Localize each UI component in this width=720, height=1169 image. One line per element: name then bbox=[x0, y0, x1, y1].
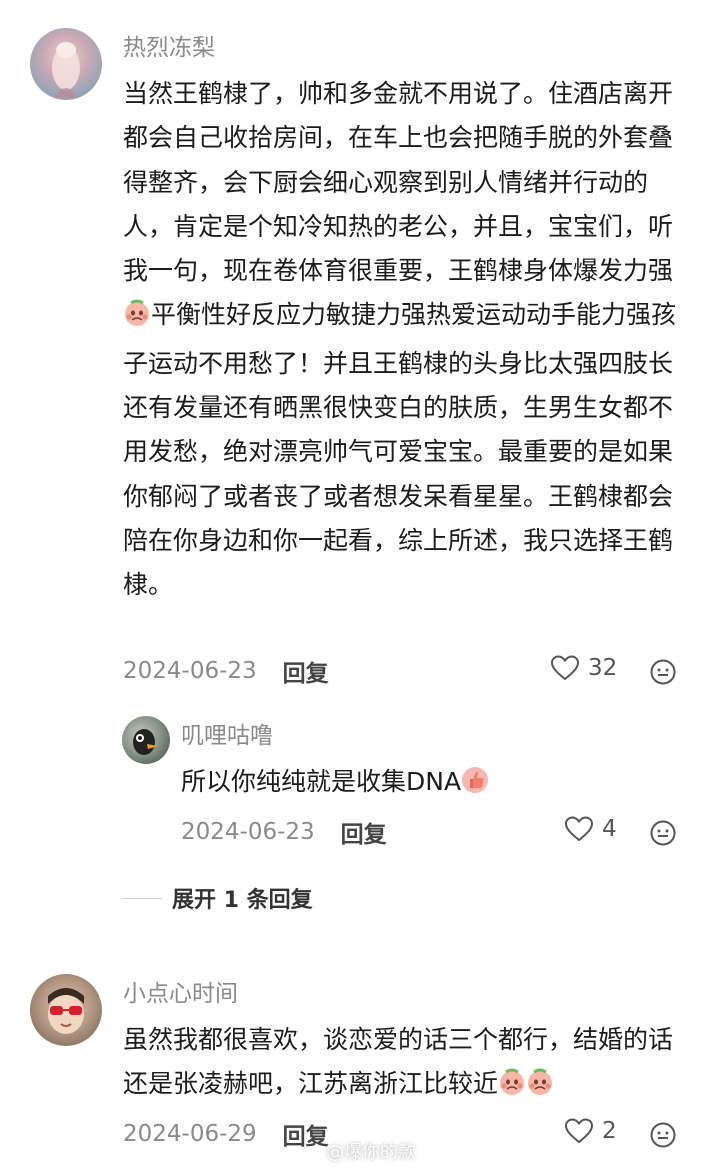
avatar[interactable] bbox=[122, 716, 170, 764]
crying-face-emoji-icon bbox=[123, 297, 151, 341]
like-count: 4 bbox=[602, 816, 617, 842]
watermark-text: @爆你的款 bbox=[326, 1142, 416, 1163]
reply-date: 2024-06-23 bbox=[181, 819, 315, 845]
reply-button[interactable]: 回复 bbox=[341, 815, 387, 849]
expand-replies-label: 展开 1 条回复 bbox=[172, 888, 313, 913]
reply-button[interactable]: 回复 bbox=[283, 654, 329, 688]
expand-divider bbox=[122, 897, 162, 899]
comment-text-content: 虽然我都很喜欢，谈恋爱的话三个都行，结婚的话还是张凌赫吧，江苏离浙江比较近 bbox=[123, 1025, 674, 1099]
comment-text-part1: 当然王鹤棣了，帅和多金就不用说了。住酒店离开都会自己收拾房间，在车上也会把随手脱… bbox=[123, 79, 674, 286]
like-count: 32 bbox=[588, 655, 618, 681]
heart-icon bbox=[564, 816, 594, 842]
avatar[interactable] bbox=[30, 28, 102, 100]
comment-text: 当然王鹤棣了，帅和多金就不用说了。住酒店离开都会自己收拾房间，在车上也会把随手脱… bbox=[123, 72, 693, 608]
more-options-icon[interactable] bbox=[649, 1121, 677, 1149]
weibo-watermark: @爆你的款 bbox=[300, 1138, 416, 1164]
weibo-logo-icon bbox=[300, 1143, 321, 1160]
avatar-image bbox=[52, 42, 80, 98]
like-button[interactable]: 4 bbox=[564, 815, 617, 843]
more-options-icon[interactable] bbox=[649, 658, 677, 686]
like-count: 2 bbox=[602, 1118, 617, 1144]
like-button[interactable]: 32 bbox=[550, 654, 617, 682]
avatar-image bbox=[133, 729, 158, 755]
comment-meta: 2024-06-29 回复 bbox=[123, 1117, 329, 1151]
heart-icon bbox=[564, 1118, 594, 1144]
username[interactable]: 热烈冻梨 bbox=[123, 33, 215, 63]
reply-text: 所以你纯纯就是收集DNA bbox=[181, 760, 681, 808]
comment-date: 2024-06-23 bbox=[123, 658, 257, 684]
crying-face-emoji-icon bbox=[526, 1066, 554, 1110]
comment-text-part2: 平衡性好反应力敏捷力强热爱运动动手能力强孩子运动不用愁了！并且王鹤棣的头身比太强… bbox=[123, 300, 677, 600]
comment-meta: 2024-06-23 回复 bbox=[123, 654, 329, 688]
reply-text-content: 所以你纯纯就是收集DNA bbox=[181, 767, 462, 796]
avatar-image bbox=[48, 988, 84, 1034]
thumbs-up-emoji-icon bbox=[461, 764, 489, 808]
comment-text: 虽然我都很喜欢，谈恋爱的话三个都行，结婚的话还是张凌赫吧，江苏离浙江比较近 bbox=[123, 1018, 693, 1111]
reply-meta: 2024-06-23 回复 bbox=[181, 815, 387, 849]
more-options-icon[interactable] bbox=[649, 819, 677, 847]
heart-icon bbox=[550, 655, 580, 681]
expand-replies-button[interactable]: 展开 1 条回复 bbox=[122, 882, 313, 914]
like-button[interactable]: 2 bbox=[564, 1117, 617, 1145]
username[interactable]: 叽哩咕噜 bbox=[181, 721, 273, 751]
username[interactable]: 小点心时间 bbox=[123, 979, 238, 1009]
avatar[interactable] bbox=[30, 974, 102, 1046]
crying-face-emoji-icon bbox=[498, 1066, 526, 1110]
comment-date: 2024-06-29 bbox=[123, 1121, 257, 1147]
